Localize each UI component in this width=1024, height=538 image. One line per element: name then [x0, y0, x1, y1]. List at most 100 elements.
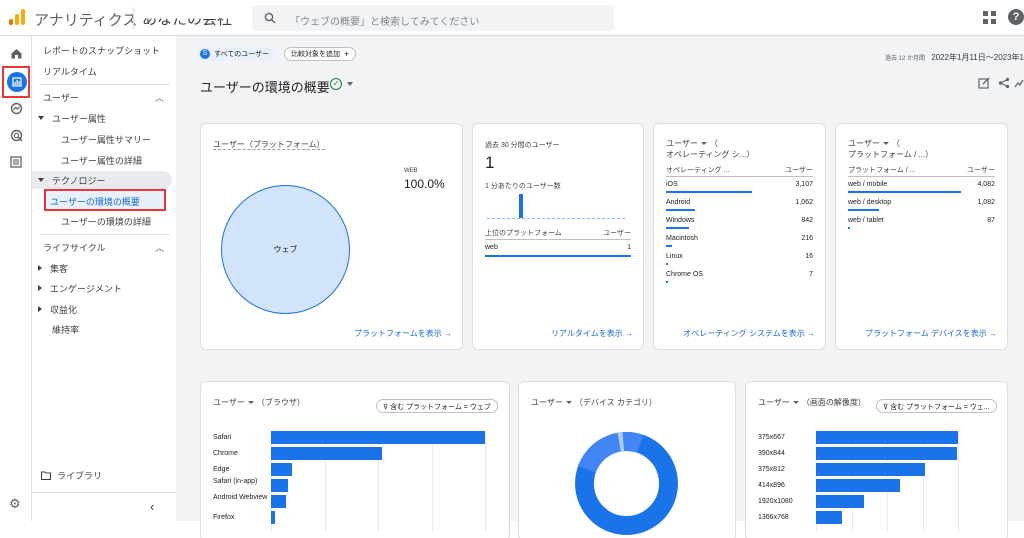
bar[interactable]	[271, 447, 383, 460]
nav-tech-overview-label: ユーザーの環境の概要	[50, 197, 140, 207]
table-row[interactable]: Windows 842	[666, 213, 813, 231]
expand-right-icon	[38, 306, 42, 312]
apps-grid-icon[interactable]	[983, 11, 996, 24]
nav-technology[interactable]: テクノロジー	[38, 171, 105, 189]
verified-check-icon[interactable]: ✓	[330, 78, 342, 90]
reports-icon[interactable]	[7, 72, 27, 92]
device-card-title[interactable]: ユーザー（ プラットフォーム / ...）	[848, 138, 933, 160]
metric-dropdown-icon	[882, 142, 889, 146]
customize-report-icon[interactable]	[978, 77, 990, 92]
advertising-icon[interactable]	[6, 125, 26, 145]
nav-tech-overview[interactable]: ユーザーの環境の概要	[44, 189, 166, 211]
nav-library-label: ライブラリ	[57, 470, 103, 481]
view-realtime-link[interactable]: リアルタイムを表示 →	[551, 328, 633, 339]
bar[interactable]	[271, 511, 276, 524]
row-value: 842	[801, 217, 813, 224]
bar[interactable]	[271, 463, 293, 476]
bar[interactable]	[271, 495, 286, 508]
bar-label: Android Webview	[213, 494, 268, 501]
table-row[interactable]: web / mobile 4,082	[848, 177, 995, 195]
add-comparison-label: 比較対象を追加	[291, 51, 340, 58]
nav-user-attr-detail[interactable]: ユーザー属性の詳細	[61, 151, 142, 169]
insights-icon[interactable]	[1014, 77, 1024, 92]
expand-down-icon	[38, 116, 44, 120]
row-name: Macintosh	[666, 235, 698, 242]
grid-line	[958, 432, 959, 532]
row-name: Windows	[666, 217, 695, 224]
table-row[interactable]: Chrome OS 7	[666, 267, 813, 285]
nav-section-user[interactable]: ユーザー ︿	[32, 88, 172, 106]
table-row[interactable]: web / tablet 87	[848, 213, 995, 231]
bar[interactable]	[816, 511, 842, 524]
table-row[interactable]: web 1	[485, 244, 631, 251]
bar[interactable]	[816, 431, 958, 444]
nav-realtime[interactable]: リアルタイム	[43, 62, 97, 80]
os-card-title[interactable]: ユーザー（ オペレーティング シ...）	[666, 138, 754, 160]
admin-gear-icon[interactable]: ⚙	[9, 496, 21, 512]
reports-nav-highlight[interactable]	[2, 66, 30, 98]
bar[interactable]	[816, 463, 926, 476]
device-card: ユーザー（ プラットフォーム / ...） プラットフォーム / ... ユーザ…	[835, 123, 1008, 350]
bar[interactable]	[271, 431, 485, 444]
share-icon[interactable]	[998, 77, 1010, 92]
resolution-filter-chip[interactable]: ⊽ 含む プラットフォーム = ウェ...	[876, 399, 997, 413]
nav-monetization[interactable]: 収益化	[38, 300, 77, 318]
table-row[interactable]: Linux 16	[666, 249, 813, 267]
add-comparison-button[interactable]: 比較対象を追加 +	[284, 47, 357, 61]
row-bar	[848, 227, 851, 229]
platform-pie-chart[interactable]: ウェブ	[221, 185, 350, 314]
nav-retention[interactable]: 維持率	[52, 320, 79, 338]
bar[interactable]	[816, 447, 957, 460]
segment-chip[interactable]: S すべてのユーザー	[198, 47, 276, 61]
table-row[interactable]: Android 1,062	[666, 195, 813, 213]
nav-library[interactable]: ライブラリ	[41, 466, 102, 484]
nav-tech-detail[interactable]: ユーザーの環境の詳細	[61, 212, 151, 230]
nav-engagement-label: エンゲージメント	[50, 283, 122, 294]
view-platform-link[interactable]: プラットフォームを表示 →	[354, 328, 452, 339]
collapse-nav-icon[interactable]: ‹	[150, 499, 154, 514]
browser-filter-chip[interactable]: ⊽ 含む プラットフォーム = ウェブ	[376, 399, 498, 413]
os-col-users: ユーザー	[785, 167, 813, 174]
nav-section-lifecycle[interactable]: ライフサイクル ︿	[32, 238, 172, 256]
nav-acquisition[interactable]: 集客	[38, 259, 68, 277]
date-range-picker[interactable]: 過去 12 か月間 2022年1月11日～2023年1	[885, 52, 1024, 63]
table-row[interactable]: Macintosh 216	[666, 231, 813, 249]
segment-chip-label: すべてのユーザー	[214, 51, 270, 58]
bar[interactable]	[816, 479, 900, 492]
device-category-donut[interactable]	[574, 431, 679, 536]
nav-snapshot[interactable]: レポートのスナップショット	[43, 41, 160, 59]
analytics-logo-icon[interactable]	[9, 9, 25, 25]
bar[interactable]	[816, 495, 865, 508]
realtime-col-platform: 上位のプラットフォーム	[485, 230, 562, 237]
bar[interactable]	[271, 479, 289, 492]
view-os-link[interactable]: オペレーティング システムを表示 →	[683, 328, 815, 339]
resolution-filter-label: 含む プラットフォーム = ウェ...	[890, 404, 990, 411]
view-device-link[interactable]: プラットフォーム デバイスを表示 →	[865, 328, 997, 339]
explore-icon[interactable]	[6, 98, 26, 118]
os-col-name: オペレーティング ...	[666, 167, 730, 174]
nav-engagement[interactable]: エンゲージメント	[38, 279, 122, 297]
row-bar	[666, 263, 668, 265]
table-row[interactable]: iOS 3,107	[666, 177, 813, 195]
search-box[interactable]: 「ウェブの概要」と検索してみてください	[252, 5, 614, 31]
title-dropdown-icon[interactable]	[347, 82, 353, 86]
realtime-label: 過去 30 分間のユーザー	[485, 142, 560, 149]
nav-monetization-label: 収益化	[50, 304, 78, 315]
per-minute-bar[interactable]	[519, 194, 523, 218]
platform-card-title-text: ユーザー（プラットフォーム）	[213, 140, 325, 150]
nav-user-attributes[interactable]: ユーザー属性	[38, 109, 106, 127]
category-card-title[interactable]: ユーザー （デバイス カテゴリ）	[531, 397, 657, 408]
date-range-value: 2022年1月11日～2023年1	[931, 53, 1024, 62]
app-title: アナリティクス	[34, 12, 138, 29]
browser-card-title[interactable]: ユーザー （ブラウザ）	[213, 397, 305, 408]
row-value: 1,062	[795, 199, 813, 206]
resolution-card-title[interactable]: ユーザー （画面の解像度）	[758, 397, 866, 408]
bar-label: 414x896	[758, 482, 785, 489]
nav-user-attr-summary[interactable]: ユーザー属性サマリー	[61, 130, 151, 148]
device-card-title-line2: プラットフォーム / ...）	[848, 150, 934, 159]
help-icon[interactable]: ?	[1008, 9, 1024, 25]
account-name[interactable]: あなたの会社	[142, 19, 232, 30]
configure-icon[interactable]	[6, 152, 26, 172]
home-icon[interactable]	[6, 43, 26, 63]
table-row[interactable]: web / desktop 1,082	[848, 195, 995, 213]
